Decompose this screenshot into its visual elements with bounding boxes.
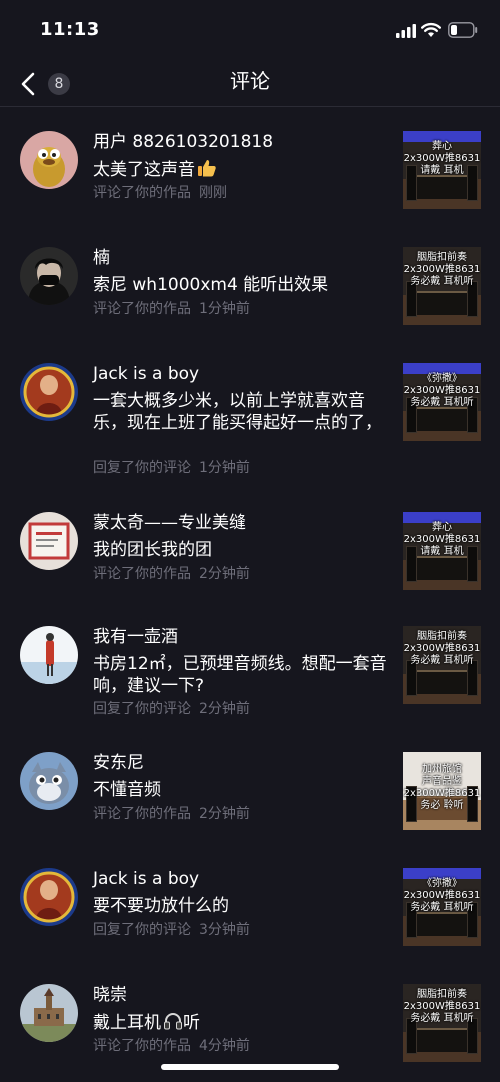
wifi-icon: [421, 22, 441, 37]
video-thumbnail[interactable]: 胭脂扣前奏 2x300W推8631 务必戴 耳机听: [403, 247, 481, 325]
battery-icon: [448, 22, 478, 38]
action-text: 评论了你的作品: [93, 806, 191, 822]
action-text: 评论了你的作品: [93, 1038, 191, 1054]
home-indicator[interactable]: [161, 1064, 339, 1070]
notification-row[interactable]: 蒙太奇——专业美缝 我的团长我的团 评论了你的作品 2分钟前 葬心 2x300W推…: [0, 512, 500, 602]
timestamp: 1分钟前: [199, 301, 250, 317]
avatar-image: [20, 131, 78, 189]
thumbnail-equipment-rack: [411, 291, 473, 315]
thumbnail-caption: 加州旅馆 声音品鉴 2x300W推8631 务必 聆听: [403, 764, 481, 811]
notification-meta: 评论了你的作品 刚刚: [93, 184, 227, 202]
avatar-image: [20, 247, 78, 305]
timestamp: 3分钟前: [199, 922, 250, 938]
notification-meta: 回复了你的评论 2分钟前: [93, 700, 250, 718]
video-thumbnail[interactable]: 胭脂扣前奏 2x300W推8631 务必戴 耳机听: [403, 626, 481, 704]
user-name[interactable]: 晓崇: [93, 984, 127, 1006]
notification-row[interactable]: 用户 8826103201818 太美了这声音 评论了你的作品 刚刚 葬心 2x3…: [0, 131, 500, 221]
notification-meta: 评论了你的作品 2分钟前: [93, 805, 250, 823]
notification-row[interactable]: 晓崇 戴上耳机 听 评论了你的作品 4分钟前 胭脂扣前奏 2x300W推8631 …: [0, 984, 500, 1074]
status-time: 11:13: [40, 19, 100, 40]
notification-row[interactable]: 安东尼 不懂音频 评论了你的作品 2分钟前 加州旅馆 声音品鉴 2x300W推86…: [0, 752, 500, 842]
video-thumbnail[interactable]: 加州旅馆 声音品鉴 2x300W推8631 务必 聆听: [403, 752, 481, 830]
action-text: 回复了你的评论: [93, 701, 191, 717]
notification-meta: 评论了你的作品 2分钟前: [93, 565, 250, 583]
user-name[interactable]: 楠: [93, 247, 110, 269]
avatar[interactable]: [20, 984, 78, 1042]
notification-meta: 回复了你的评论 1分钟前: [93, 459, 250, 477]
timestamp: 2分钟前: [199, 701, 250, 717]
timestamp: 2分钟前: [199, 566, 250, 582]
action-text: 评论了你的作品: [93, 301, 191, 317]
thumbnail-caption: 《弥撒》 2x300W推8631 务必戴 耳机听: [403, 373, 481, 408]
notification-meta: 回复了你的评论 3分钟前: [93, 921, 250, 939]
timestamp: 刚刚: [199, 185, 227, 201]
thumbnail-equipment-rack: [411, 556, 473, 580]
comment-text: 戴上耳机 听: [93, 1013, 200, 1033]
notification-meta: 评论了你的作品 4分钟前: [93, 1037, 250, 1055]
thumbnail-caption: 葬心 2x300W推8631 请戴 耳机: [403, 141, 481, 176]
headphones-icon: [164, 1013, 182, 1030]
thumbnail-caption: 胭脂扣前奏 2x300W推8631 务必戴 耳机听: [403, 631, 481, 666]
avatar-image: [20, 984, 78, 1042]
avatar[interactable]: [20, 131, 78, 189]
notification-meta: 评论了你的作品 1分钟前: [93, 300, 250, 318]
action-text: 评论了你的作品: [93, 185, 191, 201]
avatar-image: [20, 752, 78, 810]
timestamp: 1分钟前: [199, 460, 250, 476]
thumbnail-caption: 胭脂扣前奏 2x300W推8631 务必戴 耳机听: [403, 989, 481, 1024]
user-name[interactable]: Jack is a boy: [93, 363, 199, 385]
avatar-image: [20, 363, 78, 421]
notification-row[interactable]: Jack is a boy 要不要功放什么的 回复了你的评论 3分钟前 《弥撒》 …: [0, 868, 500, 958]
user-name[interactable]: Jack is a boy: [93, 868, 199, 890]
video-thumbnail[interactable]: 《弥撒》 2x300W推8631 务必戴 耳机听: [403, 868, 481, 946]
notification-row[interactable]: Jack is a boy 一套大概多少米，以前上学就喜欢音乐，现在上班了能买得…: [0, 363, 500, 476]
avatar[interactable]: [20, 752, 78, 810]
avatar[interactable]: [20, 363, 78, 421]
comment-text: 不懂音频: [93, 780, 161, 800]
comment-text: 索尼 wh1000xm4 能听出效果: [93, 275, 329, 295]
avatar[interactable]: [20, 247, 78, 305]
user-name[interactable]: 我有一壶酒: [93, 626, 178, 648]
comment-text: 我的团长我的团: [93, 540, 212, 560]
comment-text: 一套大概多少米，以前上学就喜欢音乐，现在上班了能买得起好一点的了，: [93, 391, 382, 433]
action-text: 评论了你的作品: [93, 566, 191, 582]
user-name[interactable]: 安东尼: [93, 752, 144, 774]
thumbnail-caption: 《弥撒》 2x300W推8631 务必戴 耳机听: [403, 878, 481, 913]
avatar-image: [20, 512, 78, 570]
thumbnail-equipment-rack: [411, 1028, 473, 1052]
notification-row[interactable]: 我有一壶酒 书房12㎡，已预埋音频线。想配一套音响，建议一下? 回复了你的评论 2…: [0, 626, 500, 718]
notification-row[interactable]: 楠 索尼 wh1000xm4 能听出效果 评论了你的作品 1分钟前 胭脂扣前奏 2…: [0, 247, 500, 337]
timestamp: 2分钟前: [199, 806, 250, 822]
user-name[interactable]: 蒙太奇——专业美缝: [93, 512, 246, 534]
video-thumbnail[interactable]: 葬心 2x300W推8631 请戴 耳机: [403, 131, 481, 209]
action-text: 回复了你的评论: [93, 460, 191, 476]
thumbnail-caption: 葬心 2x300W推8631 请戴 耳机: [403, 522, 481, 557]
user-name[interactable]: 用户 8826103201818: [93, 131, 273, 153]
comment-text: 太美了这声音: [93, 158, 391, 181]
avatar-image: [20, 626, 78, 684]
signal-icon: [396, 24, 416, 38]
thumbnail-equipment-rack: [411, 175, 473, 199]
avatar[interactable]: [20, 868, 78, 926]
page-title: 评论: [230, 69, 270, 93]
avatar-image: [20, 868, 78, 926]
thumbnail-equipment-rack: [411, 670, 473, 694]
thumbnail-equipment-rack: [411, 407, 473, 431]
nav-header: 8 评论: [0, 60, 500, 107]
thumbnail-equipment-rack: [411, 912, 473, 936]
thumbnail-caption: 胭脂扣前奏 2x300W推8631 务必戴 耳机听: [403, 252, 481, 287]
status-bar: 11:13: [0, 0, 500, 60]
video-thumbnail[interactable]: 葬心 2x300W推8631 请戴 耳机: [403, 512, 481, 590]
timestamp: 4分钟前: [199, 1038, 250, 1054]
avatar[interactable]: [20, 512, 78, 570]
comment-text: 要不要功放什么的: [93, 896, 229, 916]
avatar[interactable]: [20, 626, 78, 684]
comment-text: 书房12㎡，已预埋音频线。想配一套音响，建议一下?: [93, 654, 387, 696]
video-thumbnail[interactable]: 《弥撒》 2x300W推8631 务必戴 耳机听: [403, 363, 481, 441]
thumbs-up-icon: [198, 160, 216, 177]
action-text: 回复了你的评论: [93, 922, 191, 938]
video-thumbnail[interactable]: 胭脂扣前奏 2x300W推8631 务必戴 耳机听: [403, 984, 481, 1062]
